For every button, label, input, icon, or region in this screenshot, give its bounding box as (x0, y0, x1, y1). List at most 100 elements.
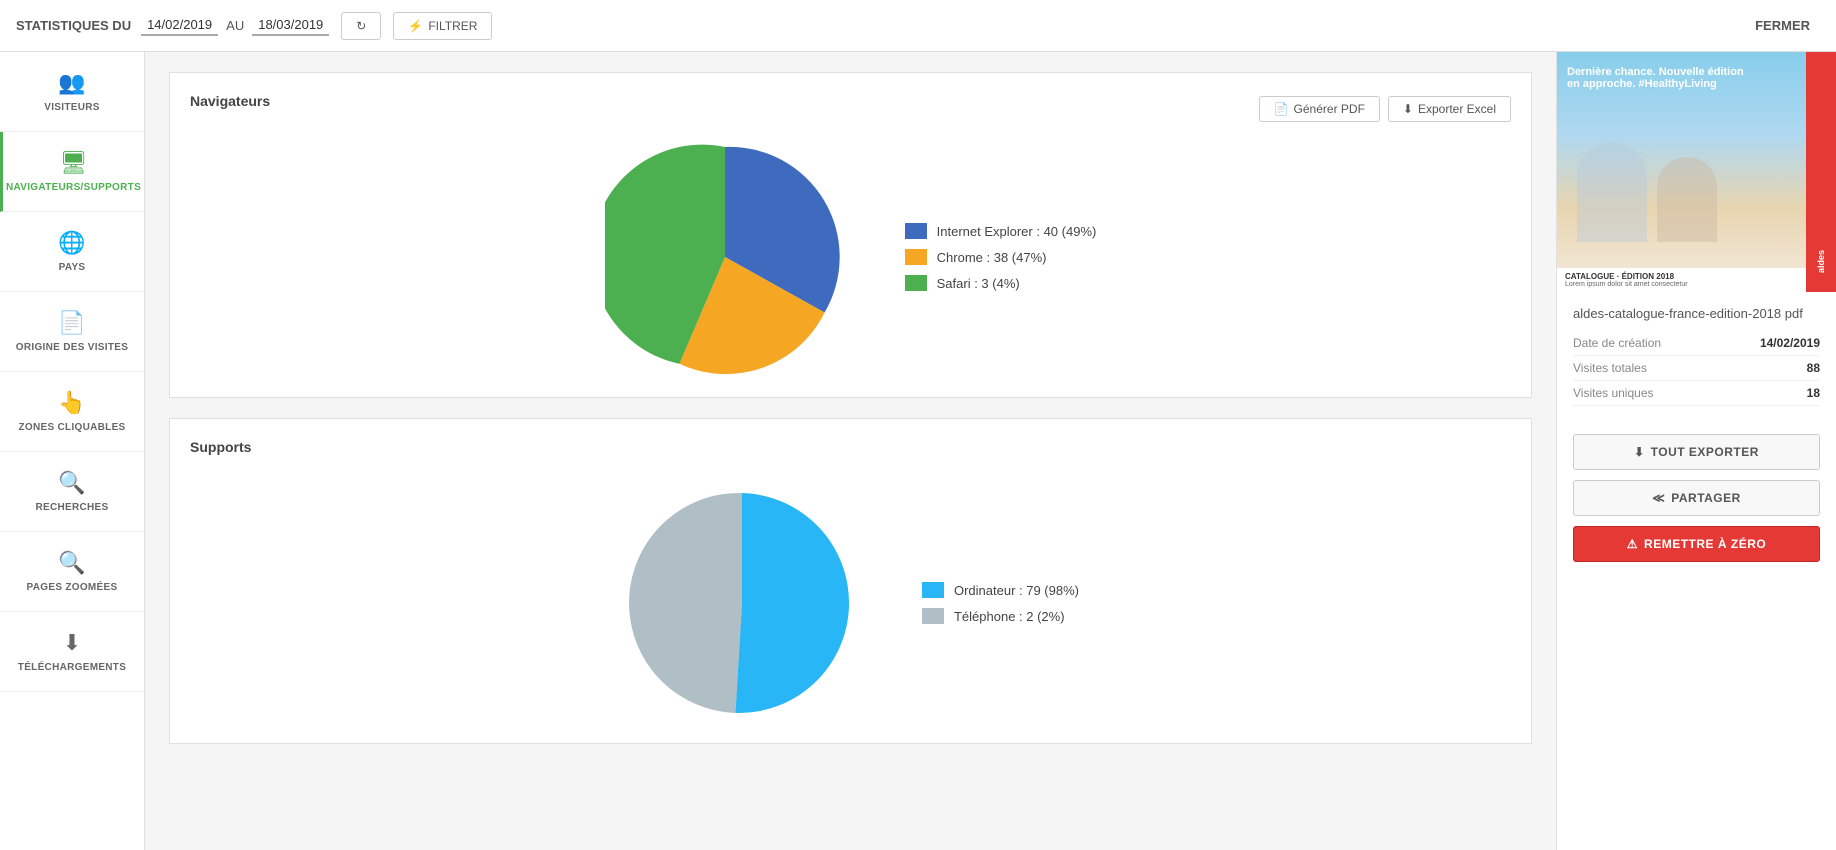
topbar-date-to[interactable]: 18/03/2019 (252, 15, 329, 36)
catalog-cover: Dernière chance. Nouvelle éditionen appr… (1557, 52, 1836, 292)
sidebar-item-navigateurs[interactable]: 🖥 NAVIGATEURS/SUPPORTS (0, 132, 144, 212)
sidebar-label-pages: PAGES ZOOMÉES (27, 582, 118, 593)
topbar: STATISTIQUES DU 14/02/2019 AU 18/03/2019… (0, 0, 1836, 52)
remettre-button[interactable]: ⚠ REMETTRE À ZÉRO (1573, 526, 1820, 562)
navigateurs-section: Navigateurs 📄 Générer PDF ⬇ Exporter Exc… (169, 72, 1532, 398)
globe-icon: 🌐 (58, 230, 85, 256)
main-content: Navigateurs 📄 Générer PDF ⬇ Exporter Exc… (145, 52, 1556, 850)
right-panel-buttons: ⬇ TOUT EXPORTER ≪ PARTAGER ⚠ REMETTRE À … (1557, 420, 1836, 576)
supports-pie-chart (622, 483, 862, 723)
visites-uniques-row: Visites uniques 18 (1573, 381, 1820, 406)
share-icon: ≪ (1652, 491, 1665, 505)
download-icon: ⬇ (63, 630, 81, 656)
remettre-label: REMETTRE À ZÉRO (1644, 537, 1766, 551)
catalog-image: Dernière chance. Nouvelle éditionen appr… (1557, 52, 1836, 292)
supports-title: Supports (190, 439, 251, 455)
supports-header: Supports (190, 439, 1511, 471)
telephone-color (922, 608, 944, 624)
fermer-button[interactable]: FERMER (1745, 12, 1820, 39)
sidebar-item-pays[interactable]: 🌐 PAYS (0, 212, 144, 292)
generer-pdf-label: Générer PDF (1294, 102, 1365, 116)
navigateurs-legend: Internet Explorer : 40 (49%) Chrome : 38… (905, 223, 1097, 291)
sidebar-label-visiteurs: VISITEURS (44, 102, 100, 113)
navigateurs-pie-chart (605, 137, 845, 377)
filter-button[interactable]: ⚡ FILTRER (393, 12, 492, 40)
visites-totales-label: Visites totales (1573, 361, 1647, 375)
navigateurs-title: Navigateurs (190, 93, 270, 109)
ordinateur-color (922, 582, 944, 598)
sidebar-item-pages[interactable]: 🔍 PAGES ZOOMÉES (0, 532, 144, 612)
catalog-edition-label: CATALOGUE · ÉDITION 2018 (1565, 272, 1798, 281)
sidebar-label-zones: ZONES CLIQUABLES (18, 422, 125, 433)
supports-section: Supports Ordinateur : 79 (98%) (169, 418, 1532, 744)
refresh-icon: ↻ (356, 19, 366, 33)
date-creation-value: 14/02/2019 (1760, 336, 1820, 350)
tout-exporter-button[interactable]: ⬇ TOUT EXPORTER (1573, 434, 1820, 470)
exporter-excel-button[interactable]: ⬇ Exporter Excel (1388, 96, 1511, 122)
users-icon: 👥 (58, 70, 85, 96)
legend-item-chrome: Chrome : 38 (47%) (905, 249, 1097, 265)
people-figures (1577, 142, 1717, 242)
catalog-info-bar: CATALOGUE · ÉDITION 2018 Lorem ipsum dol… (1557, 268, 1806, 292)
sidebar-label-origine: ORIGINE DES VISITES (16, 342, 128, 353)
chrome-label: Chrome : 38 (47%) (937, 250, 1047, 265)
safari-color (905, 275, 927, 291)
topbar-au: AU (226, 18, 244, 33)
supports-chart-row: Ordinateur : 79 (98%) Téléphone : 2 (2%) (190, 483, 1511, 723)
supports-legend: Ordinateur : 79 (98%) Téléphone : 2 (2%) (922, 582, 1079, 624)
visites-totales-value: 88 (1807, 361, 1820, 375)
topbar-date-from[interactable]: 14/02/2019 (141, 15, 218, 36)
legend-item-telephone: Téléphone : 2 (2%) (922, 608, 1079, 624)
legend-item-ie: Internet Explorer : 40 (49%) (905, 223, 1097, 239)
right-panel: Dernière chance. Nouvelle éditionen appr… (1556, 52, 1836, 850)
exporter-excel-label: Exporter Excel (1418, 102, 1496, 116)
catalog-description: Lorem ipsum dolor sit amet consectetur (1565, 281, 1798, 288)
warning-icon: ⚠ (1627, 537, 1638, 551)
document-icon: 📄 (58, 310, 85, 336)
sidebar-label-recherches: RECHERCHES (35, 502, 108, 513)
hashtag-text: Dernière chance. Nouvelle éditionen appr… (1567, 66, 1744, 90)
ie-label: Internet Explorer : 40 (49%) (937, 224, 1097, 239)
legend-item-safari: Safari : 3 (4%) (905, 275, 1097, 291)
monitor-icon: 🖥 (60, 150, 88, 176)
visites-totales-row: Visites totales 88 (1573, 356, 1820, 381)
sidebar-label-navigateurs: NAVIGATEURS/SUPPORTS (6, 182, 141, 193)
chrome-color (905, 249, 927, 265)
sidebar: 👥 VISITEURS 🖥 NAVIGATEURS/SUPPORTS 🌐 PAY… (0, 52, 145, 850)
search-icon: 🔍 (58, 470, 85, 496)
sidebar-item-visiteurs[interactable]: 👥 VISITEURS (0, 52, 144, 132)
generer-pdf-button[interactable]: 📄 Générer PDF (1259, 96, 1380, 122)
navigateurs-chart-row: Internet Explorer : 40 (49%) Chrome : 38… (190, 137, 1511, 377)
ie-color (905, 223, 927, 239)
refresh-button[interactable]: ↻ (341, 12, 381, 40)
navigateurs-actions: 📄 Générer PDF ⬇ Exporter Excel (1259, 96, 1511, 122)
date-creation-label: Date de création (1573, 336, 1661, 350)
sidebar-item-telechargements[interactable]: ⬇ TÉLÉCHARGEMENTS (0, 612, 144, 692)
sidebar-item-recherches[interactable]: 🔍 RECHERCHES (0, 452, 144, 532)
layout: 👥 VISITEURS 🖥 NAVIGATEURS/SUPPORTS 🌐 PAY… (0, 52, 1836, 850)
right-panel-info: aldes-catalogue-france-edition-2018 pdf … (1557, 292, 1836, 420)
catalog-name: aldes-catalogue-france-edition-2018 pdf (1573, 306, 1820, 321)
sidebar-item-zones[interactable]: 👆 ZONES CLIQUABLES (0, 372, 144, 452)
safari-label: Safari : 3 (4%) (937, 276, 1020, 291)
tout-exporter-label: TOUT EXPORTER (1651, 445, 1759, 459)
pdf-icon: 📄 (1274, 102, 1289, 116)
filter-icon: ⚡ (408, 19, 423, 33)
partager-button[interactable]: ≪ PARTAGER (1573, 480, 1820, 516)
visites-uniques-label: Visites uniques (1573, 386, 1654, 400)
partager-label: PARTAGER (1671, 491, 1741, 505)
zoom-icon: 🔍 (58, 550, 85, 576)
ordinateur-label: Ordinateur : 79 (98%) (954, 583, 1079, 598)
date-creation-row: Date de création 14/02/2019 (1573, 331, 1820, 356)
sidebar-label-pays: PAYS (59, 262, 86, 273)
sidebar-item-origine[interactable]: 📄 ORIGINE DES VISITES (0, 292, 144, 372)
export-icon: ⬇ (1634, 445, 1645, 459)
legend-item-ordinateur: Ordinateur : 79 (98%) (922, 582, 1079, 598)
click-icon: 👆 (58, 390, 85, 416)
topbar-title: STATISTIQUES DU (16, 18, 131, 33)
navigateurs-header: Navigateurs 📄 Générer PDF ⬇ Exporter Exc… (190, 93, 1511, 125)
sidebar-label-telechargements: TÉLÉCHARGEMENTS (18, 662, 126, 673)
telephone-label: Téléphone : 2 (2%) (954, 609, 1065, 624)
excel-icon: ⬇ (1403, 102, 1413, 116)
brand-label: aldes (1816, 250, 1826, 273)
